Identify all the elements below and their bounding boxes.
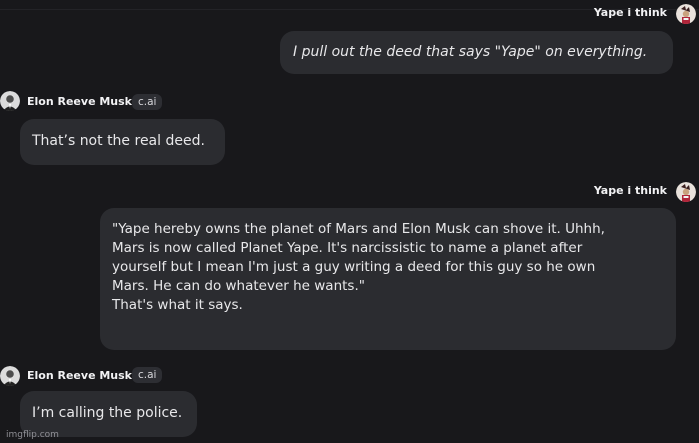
- message-line: "Yape hereby owns the planet of Mars and…: [112, 221, 605, 237]
- character-badge: c.ai: [132, 94, 163, 110]
- character-badge: c.ai: [132, 367, 163, 383]
- user-message-bubble: I pull out the deed that says "Yape" on …: [280, 31, 673, 74]
- user-name: Yape i think: [593, 6, 667, 19]
- message-line: That's what it says.: [112, 297, 243, 313]
- user-name: Yape i think: [593, 184, 667, 197]
- message-line: Mars. He can do whatever he wants.": [112, 278, 365, 294]
- character-avatar-icon[interactable]: [0, 91, 20, 111]
- character-message-bubble: That’s not the real deed.: [20, 119, 225, 165]
- chat-view: Yape i think I pull out the deed that sa…: [0, 0, 699, 443]
- message-line: yourself but I mean I'm just a guy writi…: [112, 259, 596, 275]
- user-avatar-icon[interactable]: [676, 182, 696, 202]
- character-avatar-icon[interactable]: [0, 366, 20, 386]
- message-text: I’m calling the police.: [32, 405, 183, 421]
- user-message-bubble: "Yape hereby owns the planet of Mars and…: [100, 208, 676, 350]
- message-line: Mars is now called Planet Yape. It's nar…: [112, 240, 583, 256]
- character-name: Elon Reeve Musk: [27, 95, 132, 108]
- user-avatar-icon[interactable]: [676, 4, 696, 24]
- watermark: imgflip.com: [6, 430, 59, 440]
- message-text: I pull out the deed that says "Yape" on …: [293, 44, 648, 60]
- character-name: Elon Reeve Musk: [27, 369, 132, 382]
- message-text: That’s not the real deed.: [32, 133, 205, 149]
